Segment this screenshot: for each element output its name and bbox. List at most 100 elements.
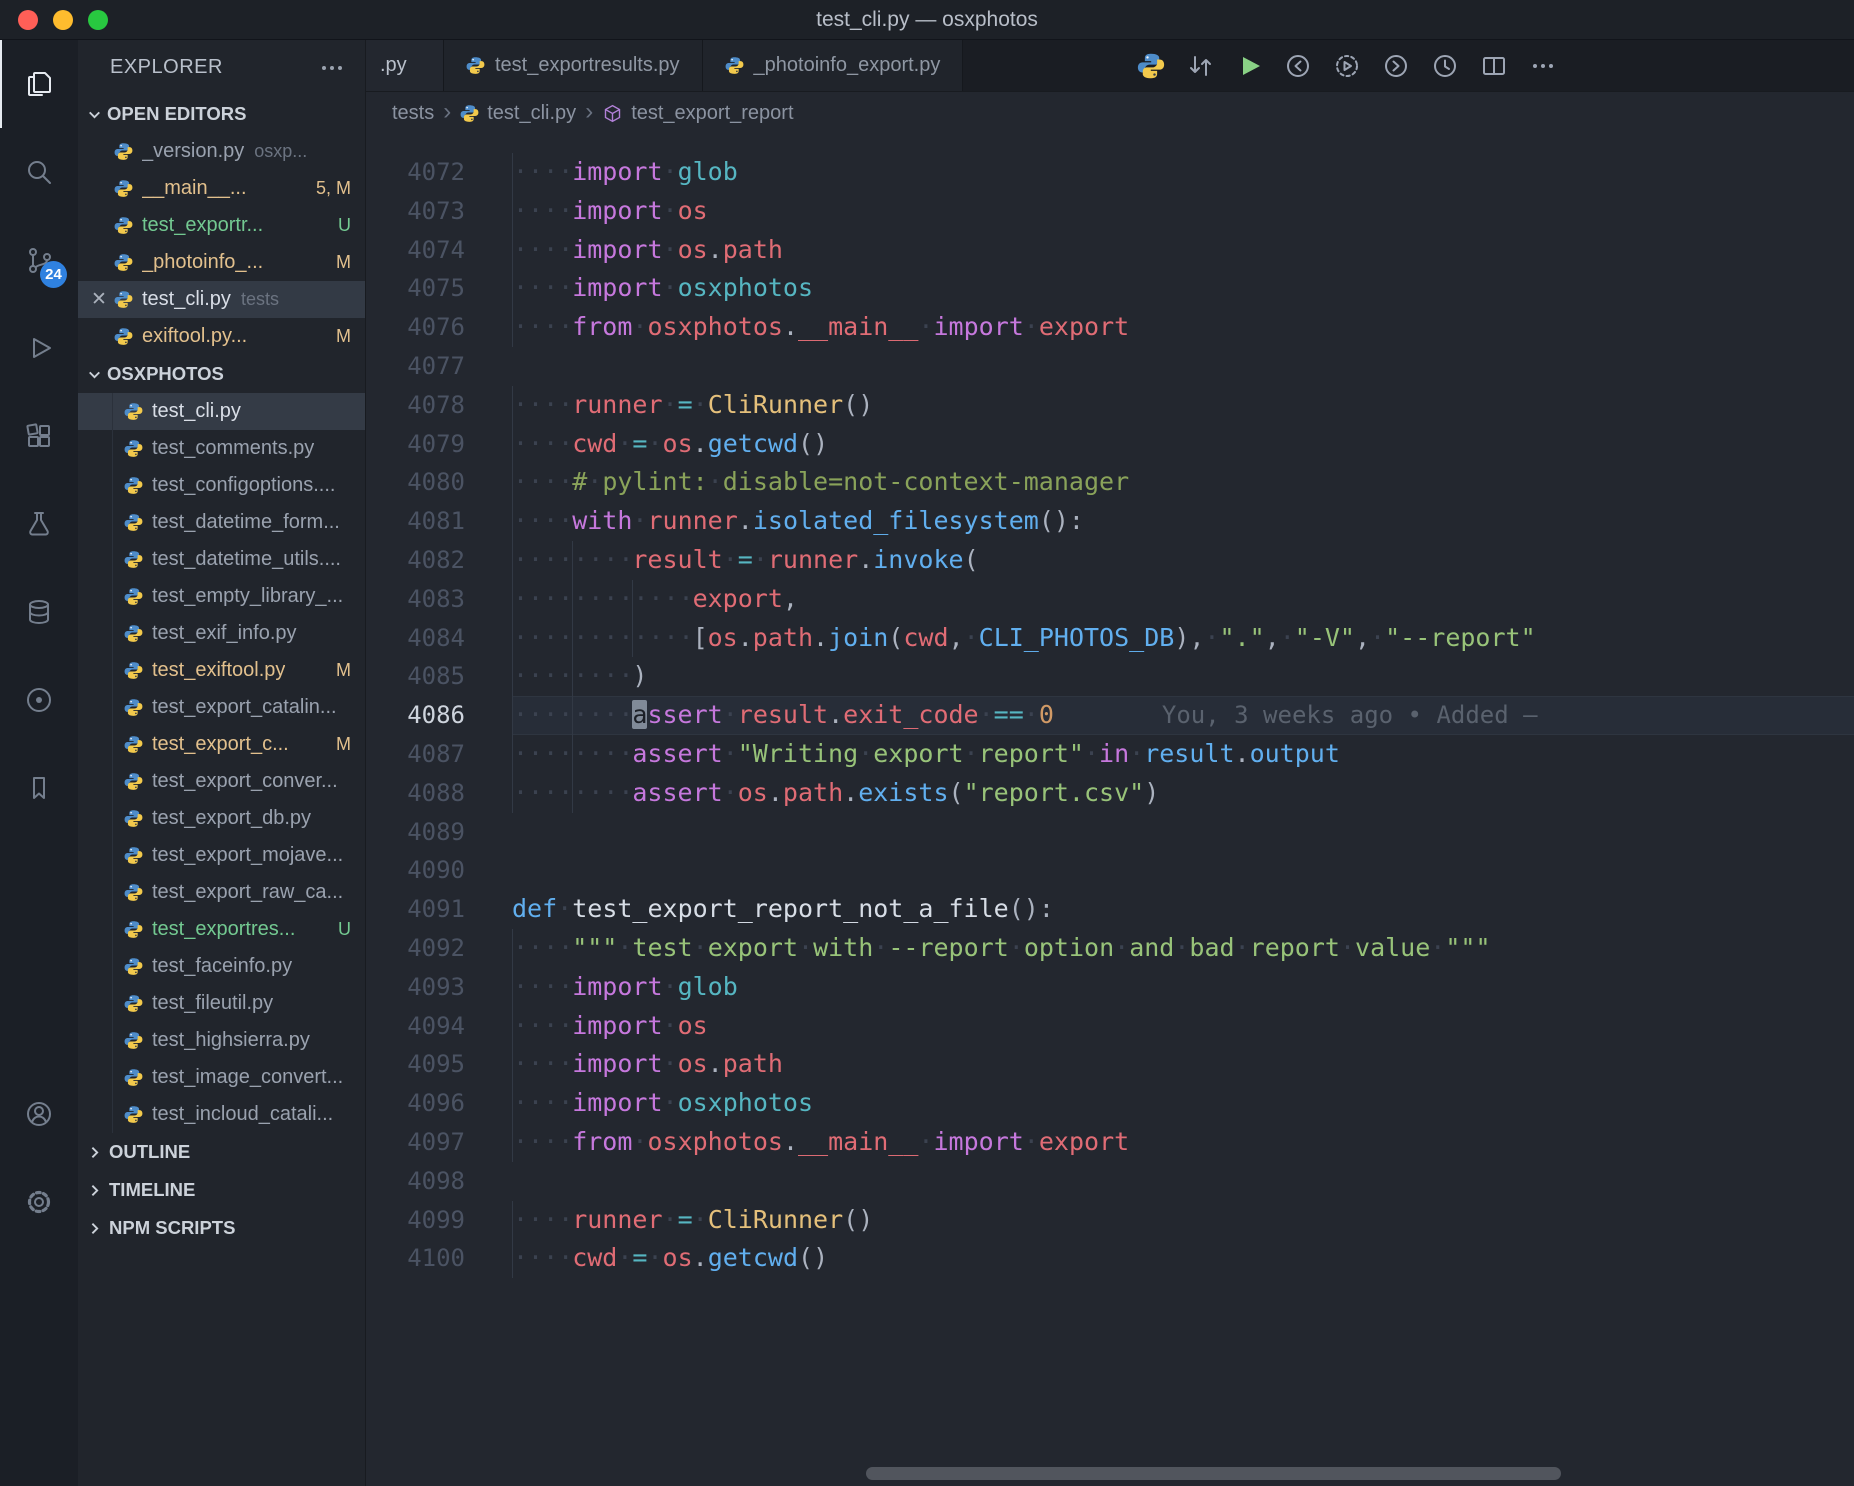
- line-number[interactable]: 4098: [366, 1162, 512, 1201]
- tab-py[interactable]: .py: [366, 40, 444, 91]
- activity-bookmarks[interactable]: [0, 744, 78, 832]
- split-editor-button[interactable]: [1477, 46, 1511, 86]
- file-item[interactable]: test_export_raw_ca...: [78, 874, 365, 911]
- activity-accounts[interactable]: [0, 1070, 78, 1158]
- line-number[interactable]: 4074: [366, 231, 512, 270]
- close-icon[interactable]: ✕: [84, 288, 114, 311]
- file-item[interactable]: test_exiftool.pyM: [78, 652, 365, 689]
- minimize-window-button[interactable]: [53, 10, 73, 30]
- open-editor-item[interactable]: test_exportr...U: [78, 207, 365, 244]
- code-line[interactable]: [512, 851, 1854, 890]
- code-editor[interactable]: 4072407340744075407640774078407940804081…: [366, 135, 1854, 1486]
- line-number[interactable]: 4095: [366, 1045, 512, 1084]
- tab-photoinfo-export-py[interactable]: _photoinfo_export.py: [703, 40, 964, 91]
- code-line[interactable]: ····from·osxphotos.__main__·import·expor…: [512, 1123, 1854, 1162]
- code-line[interactable]: [512, 347, 1854, 386]
- activity-source-control[interactable]: 24: [0, 216, 78, 304]
- code-line[interactable]: ············export,: [512, 580, 1854, 619]
- code-line[interactable]: ····cwd·=·os.getcwd(): [512, 1239, 1854, 1278]
- zoom-window-button[interactable]: [88, 10, 108, 30]
- line-number[interactable]: 4079: [366, 425, 512, 464]
- line-number[interactable]: 4085: [366, 657, 512, 696]
- line-number[interactable]: 4094: [366, 1007, 512, 1046]
- line-number[interactable]: 4072: [366, 153, 512, 192]
- line-number[interactable]: 4083: [366, 580, 512, 619]
- section-outline[interactable]: OUTLINE: [78, 1133, 365, 1171]
- more-actions-button[interactable]: [1526, 46, 1560, 86]
- file-item[interactable]: test_exportres...U: [78, 911, 365, 948]
- code-line[interactable]: ········result·=·runner.invoke(: [512, 541, 1854, 580]
- file-item[interactable]: test_export_c...M: [78, 726, 365, 763]
- open-editor-item[interactable]: __main__...5, M: [78, 170, 365, 207]
- file-item[interactable]: test_configoptions....: [78, 467, 365, 504]
- activity-explorer[interactable]: [0, 40, 78, 128]
- code-line[interactable]: ····#·pylint:·disable=not-context-manage…: [512, 463, 1854, 502]
- code-line[interactable]: ····cwd·=·os.getcwd(): [512, 425, 1854, 464]
- file-item[interactable]: test_datetime_utils....: [78, 541, 365, 578]
- file-item[interactable]: test_export_db.py: [78, 800, 365, 837]
- code-line[interactable]: ····import·os.path: [512, 231, 1854, 270]
- line-number[interactable]: 4080: [366, 463, 512, 502]
- line-number[interactable]: 4093: [366, 968, 512, 1007]
- run-cell-button[interactable]: [1330, 46, 1364, 86]
- code-line[interactable]: ····"""·test·export·with·--report·option…: [512, 929, 1854, 968]
- code-line[interactable]: ········assert·result.exit_code·==·0You,…: [512, 696, 1854, 735]
- activity-run-and-debug[interactable]: [0, 304, 78, 392]
- activity-search[interactable]: [0, 128, 78, 216]
- open-changes-button[interactable]: [1183, 46, 1217, 86]
- file-item[interactable]: test_faceinfo.py: [78, 948, 365, 985]
- file-item[interactable]: test_comments.py: [78, 430, 365, 467]
- code-line[interactable]: ····import·os.path: [512, 1045, 1854, 1084]
- python-interpreter-button[interactable]: [1134, 46, 1168, 86]
- code-line[interactable]: ····from·osxphotos.__main__·import·expor…: [512, 308, 1854, 347]
- line-number[interactable]: 4086: [366, 696, 512, 735]
- code-line[interactable]: ········assert·os.path.exists("report.cs…: [512, 774, 1854, 813]
- line-number[interactable]: 4081: [366, 502, 512, 541]
- open-editor-item[interactable]: _photoinfo_...M: [78, 244, 365, 281]
- file-item[interactable]: test_export_catalin...: [78, 689, 365, 726]
- run-below-button[interactable]: [1379, 46, 1413, 86]
- line-number[interactable]: 4078: [366, 386, 512, 425]
- file-item[interactable]: test_image_convert...: [78, 1059, 365, 1096]
- interactive-window-button[interactable]: [1428, 46, 1462, 86]
- open-editor-item[interactable]: _version.pyosxp...: [78, 133, 365, 170]
- open-editors-section-header[interactable]: OPEN EDITORS: [78, 95, 365, 133]
- activity-database[interactable]: [0, 568, 78, 656]
- run-above-button[interactable]: [1281, 46, 1315, 86]
- line-number[interactable]: 4076: [366, 308, 512, 347]
- activity-testing[interactable]: [0, 480, 78, 568]
- run-python-file-button[interactable]: [1232, 46, 1266, 86]
- file-item[interactable]: test_export_conver...: [78, 763, 365, 800]
- line-number[interactable]: 4100: [366, 1239, 512, 1278]
- code-line[interactable]: ····runner·=·CliRunner(): [512, 386, 1854, 425]
- activity-notebooks[interactable]: [0, 656, 78, 744]
- file-item[interactable]: test_fileutil.py: [78, 985, 365, 1022]
- breadcrumb-item-tests[interactable]: tests: [392, 102, 434, 125]
- line-number[interactable]: 4082: [366, 541, 512, 580]
- code-line[interactable]: ····runner·=·CliRunner(): [512, 1201, 1854, 1240]
- line-number[interactable]: 4097: [366, 1123, 512, 1162]
- code-line[interactable]: [512, 1162, 1854, 1201]
- code-line[interactable]: def·test_export_report_not_a_file():: [512, 890, 1854, 929]
- open-editor-item[interactable]: ✕test_cli.pytests: [78, 281, 365, 318]
- breadcrumb-item-test-cli-py[interactable]: test_cli.py: [460, 102, 576, 125]
- activity-extensions[interactable]: [0, 392, 78, 480]
- file-item[interactable]: test_cli.py: [78, 393, 365, 430]
- section-npm-scripts[interactable]: NPM SCRIPTS: [78, 1209, 365, 1247]
- close-window-button[interactable]: [18, 10, 38, 30]
- file-item[interactable]: test_exif_info.py: [78, 615, 365, 652]
- views-and-more-actions-icon[interactable]: [317, 53, 347, 83]
- code-line[interactable]: ········): [512, 657, 1854, 696]
- file-item[interactable]: test_datetime_form...: [78, 504, 365, 541]
- line-number[interactable]: 4088: [366, 774, 512, 813]
- line-number[interactable]: 4096: [366, 1084, 512, 1123]
- code-line[interactable]: ············[os.path.join(cwd,·CLI_PHOTO…: [512, 619, 1854, 658]
- code-line[interactable]: [512, 813, 1854, 852]
- horizontal-scrollbar[interactable]: [866, 1467, 1561, 1480]
- line-number[interactable]: 4099: [366, 1201, 512, 1240]
- code-line[interactable]: ····import·glob: [512, 968, 1854, 1007]
- open-editor-item[interactable]: exiftool.py...M: [78, 318, 365, 355]
- line-number[interactable]: 4077: [366, 347, 512, 386]
- code-line[interactable]: ····import·osxphotos: [512, 269, 1854, 308]
- section-timeline[interactable]: TIMELINE: [78, 1171, 365, 1209]
